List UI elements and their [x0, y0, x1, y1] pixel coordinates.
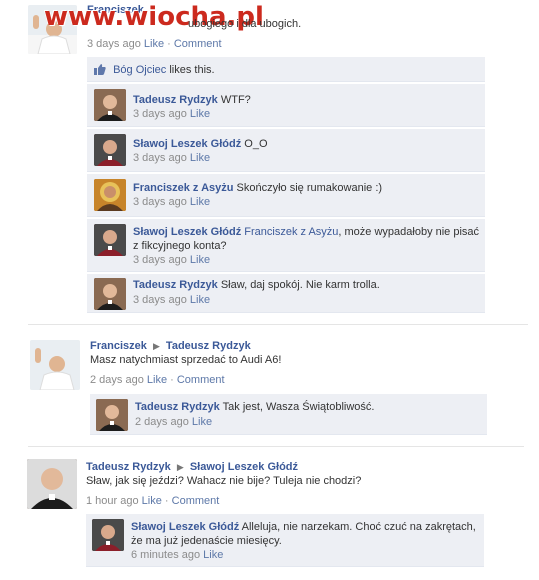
post-text: Sław, jak się jeździ? Wahacz nie bije? T…: [86, 475, 362, 487]
comment-meta: 2 days ago Like: [135, 416, 212, 428]
rydzyk-avatar-icon: [96, 399, 128, 431]
avatar[interactable]: [27, 459, 77, 509]
likes-text: likes this.: [169, 64, 215, 76]
like-link[interactable]: Like: [144, 38, 164, 50]
post-meta: 3 days ago Like · Comment: [87, 38, 222, 50]
comment-meta: 3 days ago Like: [133, 108, 210, 120]
comment-time[interactable]: 3 days ago: [133, 294, 187, 306]
comment-text: WTF?: [220, 94, 251, 106]
comment-author[interactable]: Tadeusz Rydzyk: [135, 401, 220, 413]
post-author[interactable]: Tadeusz Rydzyk: [86, 461, 171, 473]
post-text: ubogiego i dla ubogich.: [188, 18, 302, 30]
like-link[interactable]: Like: [147, 374, 167, 386]
post-target[interactable]: Tadeusz Rydzyk: [166, 340, 251, 352]
comment-time[interactable]: 3 days ago: [133, 254, 187, 266]
comment-line: Sławoj Leszek Głódź Alleluja, nie narzek…: [131, 521, 476, 533]
comment-line: Franciszek z Asyżu Skończyło się rumakow…: [133, 182, 382, 194]
comment-text: O_O: [244, 138, 268, 150]
post-time[interactable]: 2 days ago: [90, 374, 144, 386]
post-meta: 1 hour ago Like · Comment: [86, 495, 220, 507]
comment-time[interactable]: 3 days ago: [133, 152, 187, 164]
comment-text-continued: z fikcyjnego konta?: [133, 240, 227, 252]
rydzyk-avatar-icon: [94, 89, 126, 121]
comment-item: [87, 129, 485, 172]
like-link[interactable]: Like: [190, 196, 210, 208]
comment-link[interactable]: Comment: [177, 374, 225, 386]
comment-author[interactable]: Sławoj Leszek Głódź: [131, 521, 239, 533]
arrow-right-icon: ▶: [176, 462, 184, 472]
avatar[interactable]: [30, 340, 80, 390]
comment-line: Sławoj Leszek Głódź O_O: [133, 138, 268, 150]
comment-meta: 3 days ago Like: [133, 294, 210, 306]
rydzyk-avatar-icon: [94, 278, 126, 310]
rydzyk-avatar-icon: [27, 459, 77, 509]
comment-avatar[interactable]: [94, 224, 126, 256]
comment-avatar[interactable]: [92, 519, 124, 551]
comment-author[interactable]: Franciszek z Asyżu: [133, 182, 233, 194]
comment-author[interactable]: Tadeusz Rydzyk: [133, 279, 218, 291]
post-text: Masz natychmiast sprzedać to Audi A6!: [90, 354, 282, 366]
comment-text: Skończyło się rumakowanie :): [236, 182, 383, 194]
comment-meta: 3 days ago Like: [133, 152, 210, 164]
post-time[interactable]: 3 days ago: [87, 38, 141, 50]
comment-avatar[interactable]: [94, 134, 126, 166]
comment-avatar[interactable]: [94, 89, 126, 121]
post-target[interactable]: Sławoj Leszek Głódź: [190, 461, 298, 473]
comment-link[interactable]: Comment: [172, 495, 220, 507]
likes-name[interactable]: Bóg Ojciec: [113, 64, 166, 76]
post-author[interactable]: Franciszek: [90, 340, 147, 352]
comment-text: , może wypadałoby nie pisać: [338, 226, 480, 238]
saint-avatar-icon: [94, 179, 126, 211]
post-author-line: Tadeusz Rydzyk ▶ Sławoj Leszek Głódź: [86, 461, 298, 473]
like-link[interactable]: Like: [190, 294, 210, 306]
like-link[interactable]: Like: [142, 495, 162, 507]
post-meta: 2 days ago Like · Comment: [90, 374, 225, 386]
comment-time[interactable]: 6 minutes ago: [131, 549, 200, 561]
comment-link[interactable]: Comment: [174, 38, 222, 50]
comment-author[interactable]: Sławoj Leszek Głódź: [133, 226, 241, 238]
comment-text: Alleluja, nie narzekam. Choć czuć na zak…: [241, 521, 476, 533]
comment-author[interactable]: Tadeusz Rydzyk: [133, 94, 218, 106]
like-link[interactable]: Like: [192, 416, 212, 428]
thumbs-up-icon: [94, 64, 106, 75]
comment-avatar[interactable]: [94, 179, 126, 211]
comment-line: Sławoj Leszek Głódź Franciszek z Asyżu, …: [133, 226, 479, 238]
comment-time[interactable]: 3 days ago: [133, 196, 187, 208]
comment-line: Tadeusz Rydzyk Sław, daj spokój. Nie kar…: [133, 279, 380, 291]
comment-time[interactable]: 2 days ago: [135, 416, 189, 428]
like-link[interactable]: Like: [190, 254, 210, 266]
likes-line: Bóg Ojciec likes this.: [94, 64, 215, 76]
comment-line: Tadeusz Rydzyk Tak jest, Wasza Świątobli…: [135, 401, 374, 413]
comment-text: Sław, daj spokój. Nie karm trolla.: [220, 279, 380, 291]
like-link[interactable]: Like: [190, 108, 210, 120]
comment-avatar[interactable]: [96, 399, 128, 431]
comment-text-continued: że ma już jedenaście miesięcy.: [131, 535, 282, 547]
glodz-avatar-icon: [92, 519, 124, 551]
glodz-avatar-icon: [94, 134, 126, 166]
comment-meta: 3 days ago Like: [133, 196, 210, 208]
like-link[interactable]: Like: [190, 152, 210, 164]
comment-avatar[interactable]: [94, 278, 126, 310]
post-divider: [28, 446, 524, 447]
comment-mention[interactable]: Franciszek z Asyżu: [244, 226, 338, 238]
post-author-line: Franciszek ▶ Tadeusz Rydzyk: [90, 340, 251, 352]
arrow-right-icon: ▶: [152, 341, 160, 351]
glodz-avatar-icon: [94, 224, 126, 256]
comment-meta: 6 minutes ago Like: [131, 549, 223, 561]
pope-avatar-icon: [30, 340, 80, 390]
like-link[interactable]: Like: [203, 549, 223, 561]
comment-line: Tadeusz Rydzyk WTF?: [133, 94, 251, 106]
comment-text: Tak jest, Wasza Świątobliwość.: [222, 401, 375, 413]
comment-author[interactable]: Sławoj Leszek Głódź: [133, 138, 241, 150]
post-divider: [28, 324, 528, 325]
post-time[interactable]: 1 hour ago: [86, 495, 139, 507]
comment-time[interactable]: 3 days ago: [133, 108, 187, 120]
comment-meta: 3 days ago Like: [133, 254, 210, 266]
